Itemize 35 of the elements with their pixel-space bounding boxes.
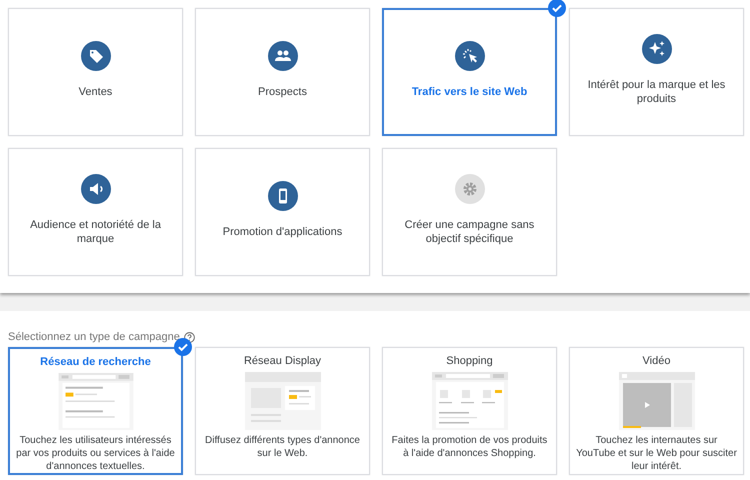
goal-card[interactable]: Ventes (8, 8, 183, 136)
help-icon[interactable] (184, 332, 195, 342)
campaign-type-description: Touchez les utilisateurs intéressés par vos produits ou services à l'aide d'annonces textuelles. (16, 434, 175, 473)
goal-card[interactable]: Créer une campagne sans objectif spécifique (382, 148, 557, 276)
campaign-type-title: Shopping (446, 354, 493, 368)
goal-label: Intérêt pour la marque et les produits (586, 78, 726, 106)
campaign-type-title: Vidéo (642, 354, 670, 368)
tag-icon (80, 41, 110, 71)
goal-card[interactable]: Trafic vers le site Web (382, 8, 557, 136)
goal-label: Créer une campagne sans objectif spécifique (404, 218, 536, 246)
sparkle-icon (642, 34, 672, 64)
goal-label: Trafic vers le site Web (412, 85, 528, 99)
gear-icon (454, 174, 484, 204)
goal-label: Ventes (78, 85, 112, 99)
campaign-type-description: Faites la promotion de vos produits à l'aide d'annonces Shopping. (390, 434, 548, 460)
goal-label: Audience et notoriété de la marque (29, 218, 162, 246)
campaign-type-title: Réseau de recherche (40, 355, 151, 369)
campaign-type-description: Diffusez différents types d'annonce sur le Web. (204, 434, 361, 460)
campaign-type-title: Réseau Display (244, 354, 322, 368)
cursor-click-icon (454, 41, 484, 71)
goal-card[interactable]: Promotion d'applications (195, 148, 370, 276)
campaign-type-card[interactable]: Réseau Display Diffusez différents types d'annonce sur le Web. (195, 347, 370, 475)
goal-card[interactable]: Intérêt pour la marque et les produits (569, 8, 744, 136)
goal-card[interactable]: Prospects (195, 8, 370, 136)
campaign-type-card[interactable]: Réseau de recherche Touchez les utilisateurs intéressés par vos produits ou services à l'aide d'annonces textuelles. (8, 347, 183, 475)
section-heading: Sélectionnez un type de campagne (8, 331, 180, 343)
megaphone-icon (80, 174, 110, 204)
campaign-type-card[interactable]: Vidéo Touchez les internautes sur YouTube et sur le Web pour susciter leur intérêt. (569, 347, 744, 475)
goal-label: Prospects (258, 85, 307, 99)
people-icon (268, 41, 298, 71)
campaign-type-description: Touchez les internautes sur YouTube et sur le Web pour susciter leur intérêt. (576, 434, 737, 473)
goal-label: Promotion d'applications (222, 225, 342, 239)
phone-icon (268, 181, 298, 211)
campaign-type-card[interactable]: Shopping Faites la promotion de vos produits à l'aide d'annonces Shopping. (382, 347, 557, 475)
goal-card[interactable]: Audience et notoriété de la marque (8, 148, 183, 276)
